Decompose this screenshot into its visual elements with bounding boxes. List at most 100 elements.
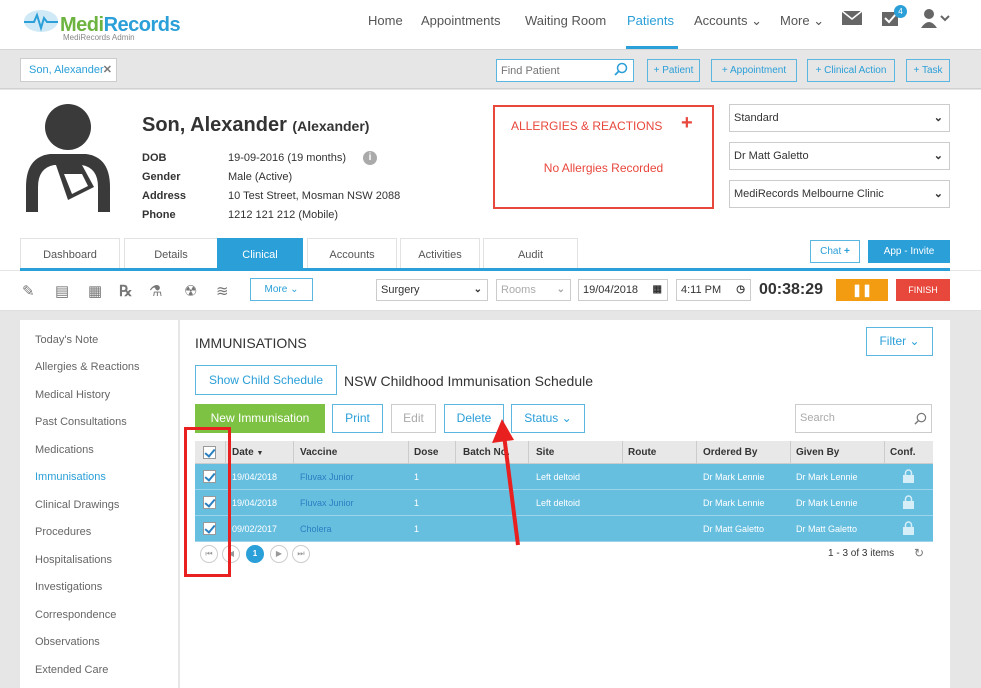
- lock-icon[interactable]: [903, 495, 914, 509]
- info-icon[interactable]: i: [363, 151, 377, 165]
- sidebar-item-medications[interactable]: Medications: [35, 444, 94, 456]
- tab-audit[interactable]: Audit: [483, 238, 578, 270]
- add-task-button[interactable]: + Task: [906, 59, 950, 82]
- document-icon[interactable]: ▤: [55, 282, 69, 300]
- print-button[interactable]: Print: [332, 404, 383, 433]
- practitioner-select[interactable]: Dr Matt Galetto ⌄: [729, 142, 950, 170]
- medirecords-logo[interactable]: MediRecords MediRecords Admin: [0, 6, 181, 46]
- col-date[interactable]: Date ▼: [232, 447, 263, 458]
- add-allergy-button[interactable]: +: [681, 112, 693, 135]
- patient-name: Son, Alexander (Alexander): [142, 114, 370, 136]
- nav-accounts[interactable]: Accounts ⌄: [694, 13, 762, 29]
- row-given-by: Dr Mark Lennie: [796, 472, 858, 482]
- sidebar-item-hospitalisations[interactable]: Hospitalisations: [35, 554, 112, 566]
- open-patient-tab[interactable]: Son, Alexander ✕: [20, 58, 117, 82]
- sidebar-item-clinical-drawings[interactable]: Clinical Drawings: [35, 499, 119, 511]
- template-select[interactable]: Standard ⌄: [729, 104, 950, 132]
- edit-button[interactable]: Edit: [391, 404, 436, 433]
- chevron-down-icon: ⌄: [933, 188, 943, 200]
- col-ordered-by[interactable]: Ordered By: [703, 447, 757, 458]
- tab-activities[interactable]: Activities: [400, 238, 480, 270]
- location-select[interactable]: Surgery ⌄: [376, 279, 488, 301]
- filter-button[interactable]: Filter ⌄: [866, 327, 933, 356]
- nav-waiting-room[interactable]: Waiting Room: [525, 13, 606, 28]
- sidebar-item-immunisations[interactable]: Immunisations: [35, 471, 106, 483]
- finish-button[interactable]: FINISH: [896, 279, 950, 301]
- template-select-value: Standard: [734, 112, 779, 124]
- next-page-icon[interactable]: ▶: [270, 545, 288, 563]
- add-clinical-action-button[interactable]: + Clinical Action: [807, 59, 895, 82]
- add-appointment-button[interactable]: + Appointment: [711, 59, 797, 82]
- annotation-arrow-icon: [492, 419, 520, 546]
- report-icon[interactable]: ▦: [88, 282, 102, 300]
- sidebar-item-past-consultations[interactable]: Past Consultations: [35, 416, 127, 428]
- search-icon[interactable]: [614, 62, 628, 76]
- time-picker[interactable]: 4:11 PM ◷: [676, 279, 751, 301]
- prescription-icon[interactable]: ℞: [119, 282, 132, 300]
- page-title: IMMUNISATIONS: [195, 335, 307, 351]
- chevron-down-icon: ⌄: [556, 284, 565, 295]
- pause-button[interactable]: ❚❚: [836, 279, 888, 301]
- table-row[interactable]: 09/02/2017 Cholera 1 Dr Matt Galetto Dr …: [195, 516, 933, 542]
- col-given-by[interactable]: Given By: [796, 447, 839, 458]
- dob-value: 19-09-2016 (19 months): [228, 152, 347, 164]
- user-profile-icon[interactable]: [920, 8, 950, 28]
- col-route[interactable]: Route: [628, 447, 656, 458]
- add-patient-button[interactable]: + Patient: [647, 59, 700, 82]
- table-search-input[interactable]: Search: [795, 404, 932, 433]
- lock-icon[interactable]: [903, 469, 914, 483]
- col-dose[interactable]: Dose: [414, 447, 438, 458]
- row-given-by: Dr Matt Galetto: [796, 524, 858, 534]
- tab-accounts[interactable]: Accounts: [307, 238, 397, 270]
- sidebar-item-procedures[interactable]: Procedures: [35, 526, 91, 538]
- col-vaccine[interactable]: Vaccine: [300, 447, 337, 458]
- column-divider: [408, 441, 409, 464]
- notes-icon[interactable]: ✎: [22, 282, 35, 300]
- sidebar-item-allergies[interactable]: Allergies & Reactions: [35, 361, 140, 373]
- row-vaccine-link[interactable]: Fluvax Junior: [300, 498, 354, 508]
- refresh-icon[interactable]: ↻: [914, 546, 924, 560]
- search-icon[interactable]: [914, 412, 927, 425]
- nav-patients[interactable]: Patients: [627, 13, 674, 28]
- show-child-schedule-button[interactable]: Show Child Schedule: [195, 365, 337, 395]
- row-vaccine-link[interactable]: Cholera: [300, 524, 332, 534]
- patient-toolbar: Son, Alexander ✕ + Patient + Appointment…: [0, 51, 981, 89]
- tab-details[interactable]: Details: [124, 238, 218, 270]
- clock-icon[interactable]: ◷: [736, 280, 745, 300]
- row-ordered-by: Dr Matt Galetto: [703, 524, 765, 534]
- tab-dashboard[interactable]: Dashboard: [20, 238, 120, 270]
- row-vaccine-link[interactable]: Fluvax Junior: [300, 472, 354, 482]
- clinic-select[interactable]: MediRecords Melbourne Clinic ⌄: [729, 180, 950, 208]
- nav-more[interactable]: More ⌄: [780, 13, 824, 29]
- chat-button[interactable]: Chat +: [810, 240, 860, 263]
- mail-icon[interactable]: [841, 10, 863, 26]
- sidebar-item-todays-note[interactable]: Today's Note: [35, 334, 98, 346]
- col-conf[interactable]: Conf.: [890, 447, 916, 458]
- more-tools-button[interactable]: More ⌄: [250, 278, 313, 301]
- tab-clinical[interactable]: Clinical: [217, 238, 303, 270]
- allergies-panel: ALLERGIES & REACTIONS + No Allergies Rec…: [493, 105, 714, 209]
- rooms-select[interactable]: Rooms ⌄: [496, 279, 571, 301]
- layers-icon[interactable]: ≋: [216, 282, 229, 300]
- close-icon[interactable]: ✕: [103, 59, 112, 81]
- nav-appointments[interactable]: Appointments: [421, 13, 501, 28]
- sidebar-item-observations[interactable]: Observations: [35, 636, 100, 648]
- table-row[interactable]: 19/04/2018 Fluvax Junior 1 Left deltoid …: [195, 464, 933, 490]
- calendar-icon[interactable]: ▦: [653, 280, 662, 300]
- last-page-icon[interactable]: ⏭: [292, 545, 310, 563]
- sidebar-item-correspondence[interactable]: Correspondence: [35, 609, 116, 621]
- sidebar-item-medical-history[interactable]: Medical History: [35, 389, 110, 401]
- nav-home[interactable]: Home: [368, 13, 403, 28]
- sidebar-item-extended-care[interactable]: Extended Care: [35, 664, 108, 676]
- table-row[interactable]: 19/04/2018 Fluvax Junior 1 Left deltoid …: [195, 490, 933, 516]
- sidebar-item-investigations[interactable]: Investigations: [35, 581, 102, 593]
- lock-icon[interactable]: [903, 521, 914, 535]
- radiology-icon[interactable]: ☢: [184, 282, 197, 300]
- date-picker[interactable]: 19/04/2018 ▦: [578, 279, 668, 301]
- phone-label: Phone: [142, 209, 176, 221]
- page-number[interactable]: 1: [246, 545, 264, 563]
- col-site[interactable]: Site: [536, 447, 554, 458]
- consult-timer: 00:38:29: [759, 281, 824, 298]
- lab-flask-icon[interactable]: ⚗: [149, 282, 162, 300]
- app-invite-button[interactable]: App - Invite: [868, 240, 950, 263]
